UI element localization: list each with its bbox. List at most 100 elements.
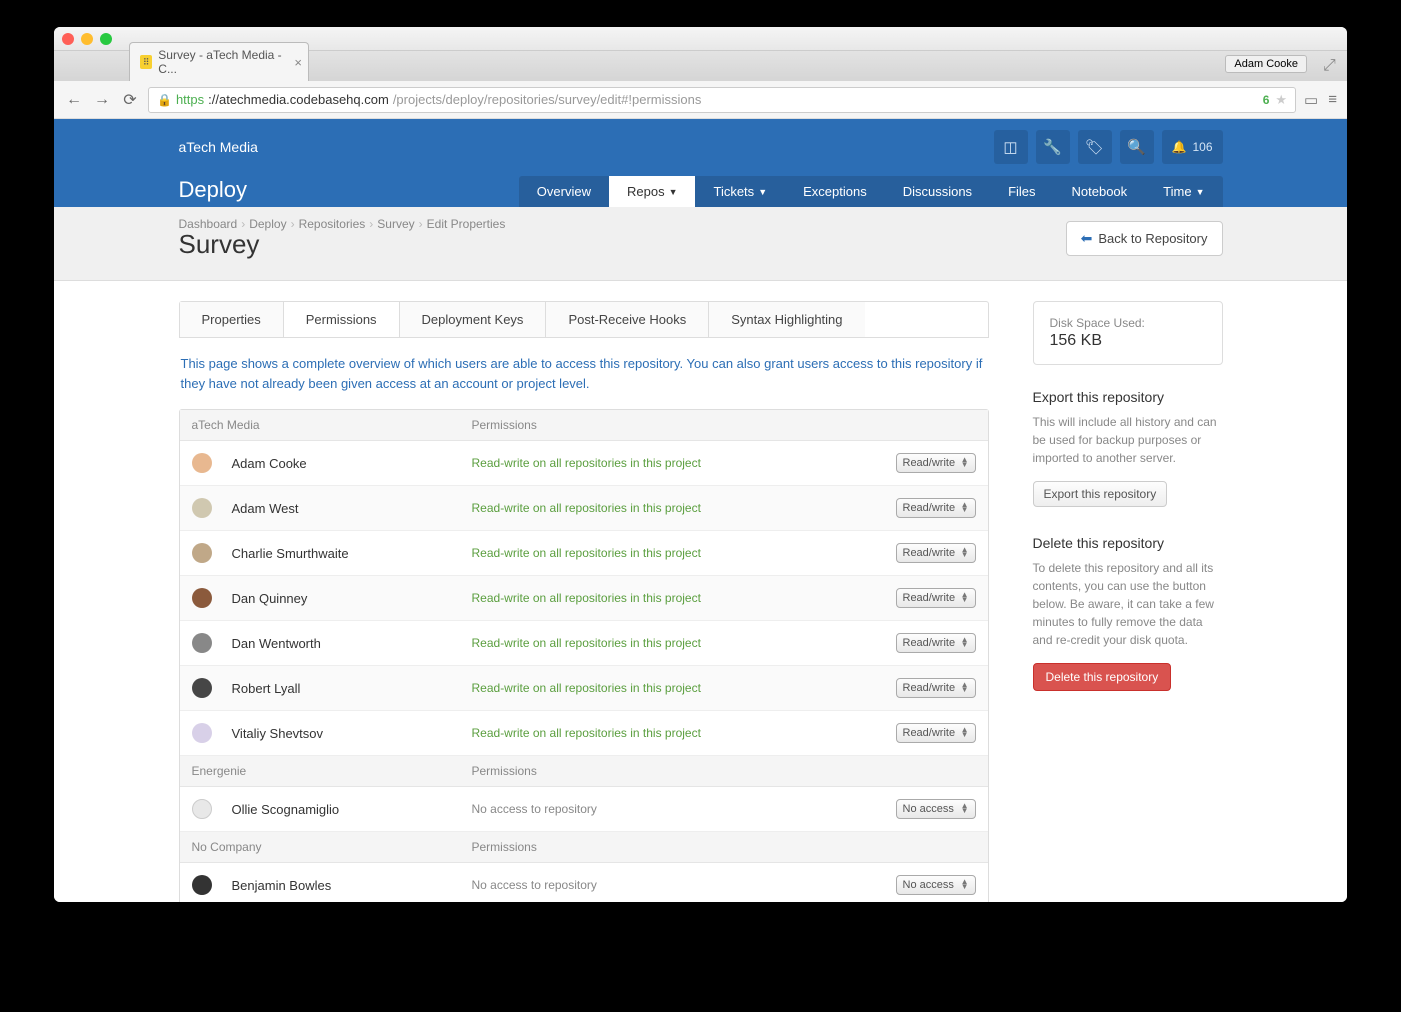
permission-text: Read-write on all repositories in this p… <box>472 456 896 470</box>
permission-select[interactable]: Read/write▲▼ <box>896 678 976 698</box>
subtab-deployment-keys[interactable]: Deployment Keys <box>400 302 547 337</box>
nav-tab-discussions[interactable]: Discussions <box>885 176 990 207</box>
breadcrumb-item[interactable]: Edit Properties <box>427 217 506 231</box>
permission-select[interactable]: Read/write▲▼ <box>896 453 976 473</box>
url-scheme: https <box>176 92 204 107</box>
bell-icon: 🔔 <box>1172 140 1187 154</box>
menu-icon[interactable]: ≡ <box>1328 91 1337 109</box>
window-minimize-button[interactable] <box>81 33 93 45</box>
permission-select[interactable]: No access▲▼ <box>896 875 976 895</box>
permission-text: Read-write on all repositories in this p… <box>472 681 896 695</box>
group-header: aTech MediaPermissions <box>180 410 988 441</box>
window-close-button[interactable] <box>62 33 74 45</box>
back-button-label: Back to Repository <box>1098 231 1207 246</box>
lock-icon: 🔒 <box>157 93 172 107</box>
browser-tabstrip: ⠿ Survey - aTech Media - C... × Adam Coo… <box>54 51 1347 81</box>
user-name: Dan Wentworth <box>232 636 472 651</box>
back-icon[interactable]: ← <box>64 91 84 109</box>
user-name: Ollie Scognamiglio <box>232 802 472 817</box>
subtab-permissions[interactable]: Permissions <box>284 302 400 337</box>
group-name: aTech Media <box>192 418 472 432</box>
settings-tabs: PropertiesPermissionsDeployment KeysPost… <box>179 301 989 338</box>
table-row: Robert LyallRead-write on all repositori… <box>180 666 988 711</box>
forward-icon[interactable]: → <box>92 91 112 109</box>
permission-select-value: Read/write <box>903 502 956 514</box>
delete-repository-button[interactable]: Delete this repository <box>1033 663 1172 691</box>
select-stepper-icon: ▲▼ <box>961 458 969 468</box>
project-name[interactable]: Deploy <box>179 177 247 207</box>
avatar <box>192 799 212 819</box>
subtab-properties[interactable]: Properties <box>180 302 284 337</box>
table-row: Adam CookeRead-write on all repositories… <box>180 441 988 486</box>
profile-button[interactable]: Adam Cooke <box>1225 55 1307 73</box>
nav-tab-time[interactable]: Time▼ <box>1145 176 1222 207</box>
subtab-post-receive-hooks[interactable]: Post-Receive Hooks <box>546 302 709 337</box>
table-row: Ollie ScognamiglioNo access to repositor… <box>180 787 988 832</box>
select-stepper-icon: ▲▼ <box>961 638 969 648</box>
avatar <box>192 875 212 895</box>
reload-icon[interactable]: ⟳ <box>120 90 140 110</box>
table-row: Adam WestRead-write on all repositories … <box>180 486 988 531</box>
avatar <box>192 498 212 518</box>
chevron-down-icon: ▼ <box>758 187 767 197</box>
permission-select-value: No access <box>903 879 954 891</box>
nav-tab-notebook[interactable]: Notebook <box>1054 176 1146 207</box>
permission-select-value: No access <box>903 803 954 815</box>
breadcrumb-separator: › <box>291 217 295 231</box>
group-name: No Company <box>192 840 472 854</box>
notification-count: 106 <box>1192 140 1212 154</box>
permission-select[interactable]: Read/write▲▼ <box>896 723 976 743</box>
nav-tab-overview[interactable]: Overview <box>519 176 609 207</box>
notifications-button[interactable]: 🔔 106 <box>1162 130 1223 164</box>
nav-tab-repos[interactable]: Repos▼ <box>609 176 696 207</box>
avatar <box>192 588 212 608</box>
disk-space-box: Disk Space Used: 156 KB <box>1033 301 1223 365</box>
wrench-icon[interactable]: 🔧 <box>1036 130 1070 164</box>
nav-tab-files[interactable]: Files <box>990 176 1053 207</box>
nav-tab-exceptions[interactable]: Exceptions <box>785 176 885 207</box>
sidebar-icon[interactable]: ◫ <box>994 130 1028 164</box>
back-to-repository-button[interactable]: ⬅ Back to Repository <box>1066 221 1223 256</box>
breadcrumb-item[interactable]: Repositories <box>299 217 366 231</box>
tab-close-icon[interactable]: × <box>294 55 302 70</box>
url-host: ://atechmedia.codebasehq.com <box>208 92 389 107</box>
column-header-permissions: Permissions <box>472 418 537 432</box>
permission-select[interactable]: No access ▲▼ <box>896 799 976 819</box>
table-row: Charlie SmurthwaiteRead-write on all rep… <box>180 531 988 576</box>
chevron-down-icon: ▼ <box>669 187 678 197</box>
permission-text: Read-write on all repositories in this p… <box>472 501 896 515</box>
avatar <box>192 633 212 653</box>
browser-tab[interactable]: ⠿ Survey - aTech Media - C... × <box>129 42 309 81</box>
avatar <box>192 678 212 698</box>
permission-text: Read-write on all repositories in this p… <box>472 546 896 560</box>
select-stepper-icon: ▲▼ <box>961 548 969 558</box>
permission-select[interactable]: Read/write▲▼ <box>896 543 976 563</box>
select-stepper-icon: ▲▼ <box>961 683 969 693</box>
window-zoom-button[interactable] <box>100 33 112 45</box>
cast-icon[interactable]: ▭ <box>1304 91 1318 109</box>
nav-tab-tickets[interactable]: Tickets▼ <box>695 176 785 207</box>
export-heading: Export this repository <box>1033 389 1223 405</box>
select-stepper-icon: ▲▼ <box>961 804 969 814</box>
export-repository-button[interactable]: Export this repository <box>1033 481 1168 507</box>
bookmark-star-icon[interactable]: ★ <box>1275 92 1287 108</box>
breadcrumb-item[interactable]: Survey <box>377 217 414 231</box>
permissions-table: aTech MediaPermissionsAdam CookeRead-wri… <box>179 409 989 902</box>
breadcrumb-separator: › <box>419 217 423 231</box>
url-input[interactable]: 🔒 https ://atechmedia.codebasehq.com/proj… <box>148 87 1296 113</box>
page-title: Survey <box>179 229 506 260</box>
subtab-syntax-highlighting[interactable]: Syntax Highlighting <box>709 302 864 337</box>
permission-select[interactable]: Read/write▲▼ <box>896 498 976 518</box>
tag-icon[interactable]: 🏷 <box>1078 130 1112 164</box>
search-icon[interactable]: 🔍 <box>1120 130 1154 164</box>
permission-select[interactable]: Read/write▲▼ <box>896 633 976 653</box>
export-description: This will include all history and can be… <box>1033 413 1223 467</box>
extension-badge[interactable]: 6 <box>1263 93 1270 107</box>
select-stepper-icon: ▲▼ <box>961 728 969 738</box>
org-name[interactable]: aTech Media <box>179 139 258 155</box>
url-path: /projects/deploy/repositories/survey/edi… <box>393 92 702 107</box>
group-header: No CompanyPermissions <box>180 832 988 863</box>
expand-icon[interactable]: ⤢ <box>1323 57 1337 71</box>
permission-select[interactable]: Read/write▲▼ <box>896 588 976 608</box>
chevron-down-icon: ▼ <box>1196 187 1205 197</box>
